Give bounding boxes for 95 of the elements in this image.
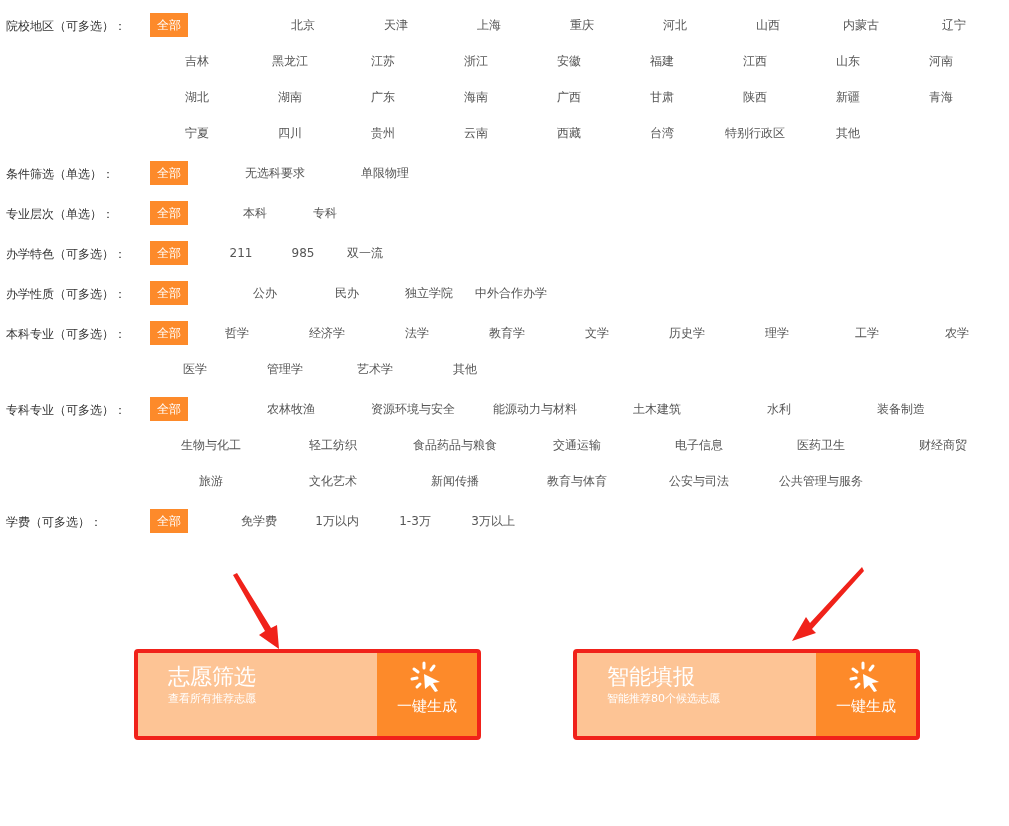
filter-option[interactable]: 财经商贸 bbox=[912, 433, 974, 457]
filter-option[interactable]: 免学费 bbox=[234, 509, 284, 533]
filter-label: 专业层次（单选）： bbox=[5, 206, 115, 223]
filter-option[interactable]: 1-3万 bbox=[392, 509, 438, 533]
filter-option[interactable]: 西藏 bbox=[549, 121, 588, 145]
filter-option[interactable]: 宁夏 bbox=[177, 121, 216, 145]
filter-label: 专科专业（可多选）： bbox=[5, 402, 127, 419]
filter-option[interactable]: 甘肃 bbox=[642, 85, 681, 109]
filter-option[interactable]: 黑龙江 bbox=[264, 49, 315, 73]
filter-option[interactable]: 985 bbox=[284, 241, 322, 265]
filter-option[interactable]: 福建 bbox=[642, 49, 681, 73]
card-title: 智能填报 bbox=[607, 663, 696, 691]
filter-option[interactable]: 山西 bbox=[748, 13, 787, 37]
filter-option[interactable]: 贵州 bbox=[363, 121, 402, 145]
filter-option[interactable]: 文学 bbox=[578, 321, 616, 345]
filter-option[interactable]: 农林牧渔 bbox=[260, 397, 322, 421]
filter-option[interactable]: 生物与化工 bbox=[174, 433, 248, 457]
filter-option[interactable]: 中外合作办学 bbox=[468, 281, 554, 305]
filter-option[interactable]: 哲学 bbox=[218, 321, 256, 345]
filter-option[interactable]: 公共管理与服务 bbox=[772, 469, 870, 493]
filter-option[interactable]: 医药卫生 bbox=[790, 433, 852, 457]
filter-option[interactable]: 广西 bbox=[549, 85, 588, 109]
filter-option[interactable]: 新疆 bbox=[828, 85, 867, 109]
generate-label: 一键生成 bbox=[397, 697, 457, 716]
filter-option[interactable]: 1万以内 bbox=[308, 509, 366, 533]
filter-option[interactable]: 其他 bbox=[446, 357, 484, 381]
filter-option[interactable]: 电子信息 bbox=[668, 433, 730, 457]
filter-option[interactable]: 陕西 bbox=[735, 85, 774, 109]
filter-label: 办学特色（可多选）： bbox=[5, 246, 127, 263]
filter-option[interactable]: 食品药品与粮食 bbox=[406, 433, 504, 457]
filter-option[interactable]: 理学 bbox=[758, 321, 796, 345]
filter-label: 条件筛选（单选）： bbox=[5, 166, 115, 183]
filter-option[interactable]: 其他 bbox=[828, 121, 867, 145]
filter-option[interactable]: 特别行政区 bbox=[717, 121, 792, 145]
filter-option[interactable]: 湖北 bbox=[177, 85, 216, 109]
filter-option[interactable]: 土木建筑 bbox=[626, 397, 688, 421]
filter-option[interactable]: 教育与体育 bbox=[540, 469, 614, 493]
filter-option[interactable]: 3万以上 bbox=[464, 509, 522, 533]
filter-option[interactable]: 山东 bbox=[828, 49, 867, 73]
filter-option[interactable]: 本科 bbox=[236, 201, 274, 225]
filter-option[interactable]: 民办 bbox=[328, 281, 366, 305]
filter-option[interactable]: 江西 bbox=[735, 49, 774, 73]
filter-option[interactable]: 广东 bbox=[363, 85, 402, 109]
filter-option[interactable]: 独立学院 bbox=[398, 281, 460, 305]
filter-option[interactable]: 管理学 bbox=[260, 357, 310, 381]
filter-option[interactable]: 重庆 bbox=[562, 13, 601, 37]
filter-option[interactable]: 四川 bbox=[270, 121, 309, 145]
filter-option[interactable]: 专科 bbox=[306, 201, 344, 225]
filter-option[interactable]: 工学 bbox=[848, 321, 886, 345]
filter-option[interactable]: 辽宁 bbox=[934, 13, 973, 37]
filter-option[interactable]: 交通运输 bbox=[546, 433, 608, 457]
filter-option[interactable]: 北京 bbox=[283, 13, 322, 37]
filter-label: 办学性质（可多选）： bbox=[5, 286, 127, 303]
filter-option[interactable]: 公办 bbox=[246, 281, 284, 305]
filter-option[interactable]: 农学 bbox=[938, 321, 976, 345]
filter-option[interactable]: 河南 bbox=[921, 49, 960, 73]
filter-option[interactable]: 211 bbox=[222, 241, 260, 265]
filter-option[interactable]: 轻工纺织 bbox=[302, 433, 364, 457]
filter-label: 学费（可多选）： bbox=[5, 514, 103, 531]
filter-option[interactable]: 无选科要求 bbox=[238, 161, 312, 185]
filter-option[interactable]: 浙江 bbox=[456, 49, 495, 73]
filter-option[interactable]: 吉林 bbox=[177, 49, 216, 73]
filter-option[interactable]: 单限物理 bbox=[354, 161, 416, 185]
filter-option[interactable]: 上海 bbox=[469, 13, 508, 37]
filter-label: 院校地区（可多选）： bbox=[5, 18, 127, 35]
filter-label: 本科专业（可多选）： bbox=[5, 326, 127, 343]
filter-option[interactable]: 装备制造 bbox=[870, 397, 932, 421]
card-subtitle: 查看所有推荐志愿 bbox=[168, 691, 257, 706]
filter-option[interactable]: 教育学 bbox=[482, 321, 532, 345]
filter-option[interactable]: 公安与司法 bbox=[662, 469, 736, 493]
filter-option[interactable]: 艺术学 bbox=[350, 357, 400, 381]
filter-option[interactable]: 江苏 bbox=[363, 49, 402, 73]
filter-option[interactable]: 法学 bbox=[398, 321, 436, 345]
filter-option[interactable]: 资源环境与安全 bbox=[364, 397, 462, 421]
filter-option[interactable]: 水利 bbox=[760, 397, 798, 421]
filter-option[interactable]: 历史学 bbox=[662, 321, 712, 345]
filter-option[interactable]: 海南 bbox=[456, 85, 495, 109]
filter-option[interactable]: 内蒙古 bbox=[835, 13, 886, 37]
filter-option[interactable]: 文化艺术 bbox=[302, 469, 364, 493]
filter-option[interactable]: 能源动力与材料 bbox=[486, 397, 584, 421]
filter-option[interactable]: 双一流 bbox=[340, 241, 390, 265]
filter-option[interactable]: 医学 bbox=[176, 357, 214, 381]
filter-option[interactable]: 旅游 bbox=[192, 469, 230, 493]
filter-option[interactable]: 安徽 bbox=[549, 49, 588, 73]
filter-option[interactable]: 新闻传播 bbox=[424, 469, 486, 493]
filter-option[interactable]: 经济学 bbox=[302, 321, 352, 345]
generate-label: 一键生成 bbox=[836, 697, 896, 716]
filter-option[interactable]: 湖南 bbox=[270, 85, 309, 109]
filter-option[interactable]: 河北 bbox=[655, 13, 694, 37]
card-title: 志愿筛选 bbox=[168, 663, 257, 691]
filter-option[interactable]: 天津 bbox=[376, 13, 415, 37]
filter-option[interactable]: 青海 bbox=[921, 85, 960, 109]
filter-option[interactable]: 云南 bbox=[456, 121, 495, 145]
filter-option[interactable]: 台湾 bbox=[642, 121, 681, 145]
card-subtitle: 智能推荐80个候选志愿 bbox=[607, 691, 721, 706]
